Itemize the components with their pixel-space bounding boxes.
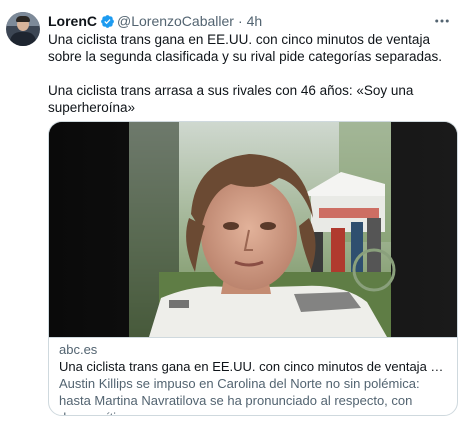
tweet-header: LorenC @LorenzoCaballer · 4h xyxy=(48,12,262,30)
link-card[interactable]: abc.es Una ciclista trans gana en EE.UU.… xyxy=(48,121,458,416)
tweet[interactable]: LorenC @LorenzoCaballer · 4h Una ciclist… xyxy=(0,0,466,423)
tweet-paragraph-1: Una ciclista trans gana en EE.UU. con ci… xyxy=(48,32,442,64)
user-handle[interactable]: @LorenzoCaballer xyxy=(117,13,234,29)
card-meta[interactable]: abc.es Una ciclista trans gana en EE.UU.… xyxy=(49,337,457,415)
separator-dot: · xyxy=(237,13,243,29)
avatar[interactable] xyxy=(6,12,40,46)
timestamp[interactable]: 4h xyxy=(247,13,263,29)
more-horizontal-icon[interactable] xyxy=(432,12,452,30)
avatar-body xyxy=(10,32,36,46)
tweet-text: Una ciclista trans gana en EE.UU. con ci… xyxy=(48,31,458,133)
card-title[interactable]: Una ciclista trans gana en EE.UU. con ci… xyxy=(59,358,447,375)
card-image[interactable] xyxy=(49,122,457,337)
tweet-paragraph-2: Una ciclista trans arrasa a sus rivales … xyxy=(48,83,414,115)
verified-badge-icon xyxy=(100,14,115,29)
display-name[interactable]: LorenC xyxy=(48,13,97,29)
card-domain[interactable]: abc.es xyxy=(59,342,447,358)
card-description: Austin Killips se impuso en Carolina del… xyxy=(59,376,420,415)
avatar-hair xyxy=(16,16,30,22)
